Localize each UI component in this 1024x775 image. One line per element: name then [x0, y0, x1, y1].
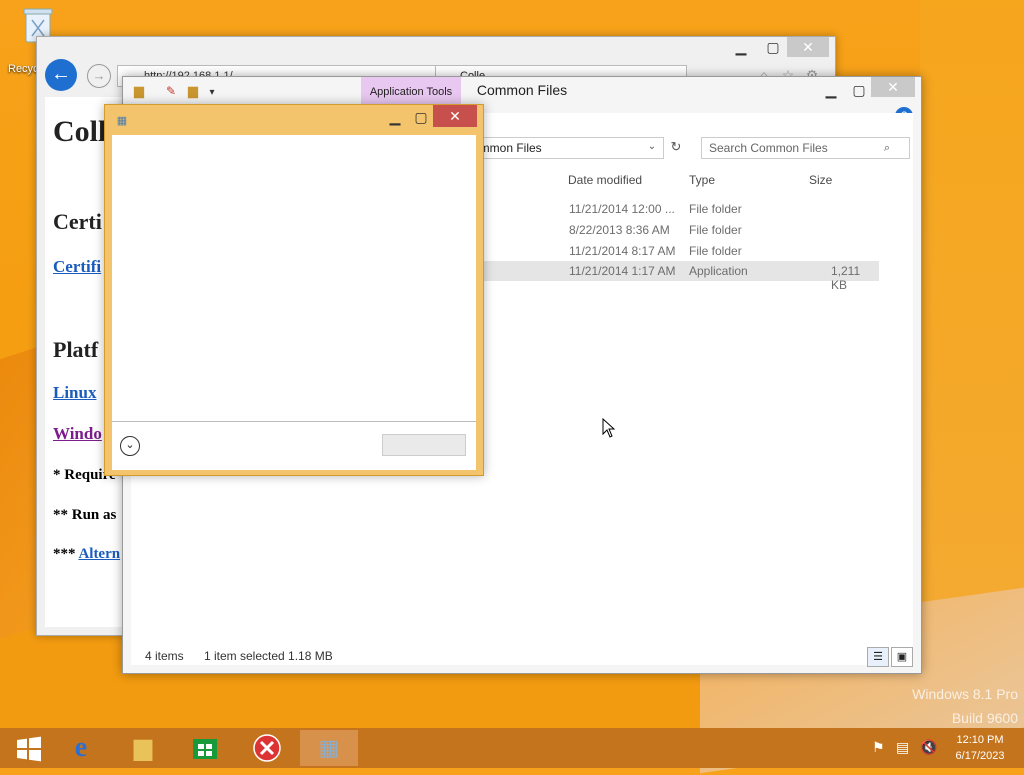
- os-watermark-build: Build 9600: [951, 710, 1018, 726]
- application-tools-tab[interactable]: Application Tools: [361, 77, 461, 107]
- forward-button[interactable]: →: [87, 64, 111, 88]
- minimize-icon[interactable]: ▁: [819, 80, 843, 100]
- active-app-taskbar-icon[interactable]: ▦: [300, 730, 358, 766]
- internet-explorer-taskbar-icon[interactable]: e: [52, 730, 110, 766]
- new-folder-icon[interactable]: ▆: [185, 81, 201, 101]
- maximize-icon[interactable]: ▢: [847, 80, 871, 100]
- linux-link[interactable]: Linux: [53, 383, 96, 403]
- error-app-taskbar-icon[interactable]: [238, 730, 296, 766]
- note-alt-prefix: ***: [53, 546, 76, 562]
- taskbar: e ▆ ▦ ⚑ ▤ 🔇 12:10 PM 6/17/2023: [0, 728, 1024, 768]
- window-title: Common Files: [476, 82, 568, 98]
- note-run-as: ** Run as: [53, 507, 117, 523]
- minimize-icon[interactable]: ▁: [383, 107, 407, 127]
- list-item[interactable]: 11/21/2014 8:17 AM File folder: [473, 241, 879, 261]
- list-item[interactable]: 11/21/2014 12:00 ... File folder: [473, 199, 879, 219]
- clock-date[interactable]: 6/17/2023: [948, 750, 1012, 762]
- section-heading: Certi: [53, 209, 102, 234]
- certificate-link[interactable]: Certifi: [53, 257, 101, 277]
- mouse-cursor-icon: [602, 417, 616, 441]
- properties-icon[interactable]: ✎: [163, 81, 179, 101]
- chevron-down-icon[interactable]: ⌄: [645, 137, 659, 157]
- file-explorer-taskbar-icon[interactable]: ▆: [114, 730, 172, 766]
- customize-toolbar-icon[interactable]: ▾: [205, 83, 219, 103]
- column-type[interactable]: Type: [689, 173, 715, 187]
- close-icon[interactable]: ✕: [787, 37, 829, 57]
- alternate-link[interactable]: Altern: [78, 546, 120, 562]
- details-view-icon[interactable]: ☰: [867, 647, 889, 667]
- status-item-count: 4 items: [145, 649, 184, 663]
- column-date[interactable]: Date modified: [568, 173, 642, 187]
- address-path[interactable]: ommon Files: [469, 137, 664, 159]
- action-center-flag-icon[interactable]: ⚑: [872, 739, 885, 756]
- folder-icon: ▆: [134, 83, 144, 98]
- volume-muted-icon[interactable]: 🔇: [920, 739, 937, 756]
- list-item-selected[interactable]: 11/21/2014 1:17 AM Application 1,211 KB: [473, 261, 879, 292]
- large-icons-view-icon[interactable]: ▣: [891, 647, 913, 667]
- page-title: Coll: [53, 115, 107, 148]
- refresh-icon[interactable]: ↻: [667, 137, 685, 157]
- start-button[interactable]: [0, 730, 58, 766]
- windows-logo-icon: [17, 736, 41, 762]
- store-taskbar-icon[interactable]: [176, 730, 234, 766]
- dialog-window[interactable]: ▦ ▁ ▢ ✕ ⌄: [104, 104, 484, 476]
- platform-heading: Platf: [53, 337, 99, 362]
- close-icon[interactable]: ✕: [871, 77, 915, 97]
- column-size[interactable]: Size: [809, 173, 832, 187]
- dialog-content: [112, 135, 476, 421]
- windows-link[interactable]: Windo: [53, 424, 102, 444]
- os-watermark-edition: Windows 8.1 Pro: [912, 686, 1018, 702]
- maximize-icon[interactable]: ▢: [409, 107, 433, 127]
- close-icon[interactable]: ✕: [433, 105, 477, 127]
- list-item[interactable]: 8/22/2013 8:36 AM File folder: [473, 220, 879, 240]
- dialog-button[interactable]: [382, 434, 466, 456]
- network-icon[interactable]: ▤: [896, 739, 909, 756]
- expand-details-icon[interactable]: ⌄: [120, 436, 140, 456]
- back-button[interactable]: ←: [45, 59, 77, 91]
- maximize-icon[interactable]: ▢: [759, 37, 787, 57]
- status-selection: 1 item selected 1.18 MB: [204, 649, 333, 663]
- minimize-icon[interactable]: ▁: [727, 37, 755, 57]
- search-icon[interactable]: ⌕: [879, 138, 895, 158]
- app-icon: ▦: [116, 115, 128, 127]
- dialog-footer: ⌄: [112, 421, 476, 470]
- clock-time[interactable]: 12:10 PM: [948, 734, 1012, 746]
